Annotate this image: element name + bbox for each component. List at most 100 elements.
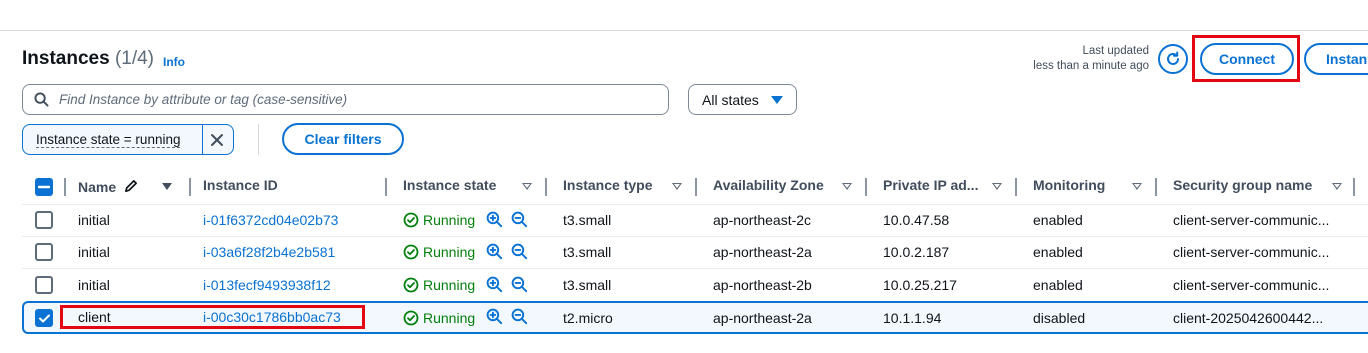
cell-az: ap-northeast-2a xyxy=(713,244,812,260)
column-header-name[interactable]: Name xyxy=(78,177,138,197)
state-text: Running xyxy=(423,244,476,260)
edit-icon[interactable] xyxy=(123,180,138,197)
cell-state: Running xyxy=(403,277,475,293)
sort-caret-icon[interactable] xyxy=(672,183,682,190)
column-separator xyxy=(695,178,697,196)
last-updated: Last updated less than a minute ago xyxy=(1033,44,1149,74)
zoom-out-icon[interactable] xyxy=(511,308,528,330)
sort-caret-icon[interactable] xyxy=(1332,183,1342,190)
column-separator xyxy=(1155,178,1157,196)
cell-private-ip: 10.0.25.217 xyxy=(883,277,957,293)
instance-state-button[interactable]: Instan xyxy=(1304,43,1368,75)
cell-state: Running xyxy=(403,244,475,260)
filter-divider xyxy=(258,124,259,155)
zoom-in-icon[interactable] xyxy=(486,308,503,330)
cell-monitoring: enabled xyxy=(1033,277,1083,293)
cell-az: ap-northeast-2a xyxy=(713,310,812,326)
caret-down-icon xyxy=(771,96,783,104)
column-header-security-group[interactable]: Security group name xyxy=(1173,177,1312,197)
cell-monitoring: enabled xyxy=(1033,212,1083,228)
cell-monitoring: disabled xyxy=(1033,310,1086,326)
cell-private-ip: 10.0.2.187 xyxy=(883,244,950,260)
sort-caret-icon[interactable] xyxy=(992,183,1002,190)
zoom-in-icon[interactable] xyxy=(486,211,503,233)
sort-caret-icon[interactable] xyxy=(842,183,852,190)
instance-count: (1/4) xyxy=(114,48,155,69)
cell-instance-id[interactable]: i-01f6372cd04e02b73 xyxy=(203,212,338,228)
column-separator xyxy=(1015,178,1017,196)
zoom-out-icon[interactable] xyxy=(511,243,528,265)
column-separator xyxy=(545,178,547,196)
status-check-icon xyxy=(403,277,419,293)
cell-state: Running xyxy=(403,310,475,326)
selected-row-highlight xyxy=(60,305,365,329)
column-separator xyxy=(385,178,387,196)
close-icon[interactable] xyxy=(206,130,228,150)
last-updated-label: Last updated xyxy=(1082,45,1149,57)
filter-token[interactable]: Instance state = running xyxy=(22,124,234,155)
row-divider xyxy=(22,236,1368,237)
search-placeholder: Find Instance by attribute or tag (case-… xyxy=(59,92,348,107)
state-select[interactable]: All states xyxy=(688,84,797,115)
status-check-icon xyxy=(403,310,419,326)
row-checkbox[interactable] xyxy=(35,211,53,229)
cell-security-group: client-server-communic... xyxy=(1173,244,1330,260)
state-select-value: All states xyxy=(702,91,759,108)
cell-security-group: client-2025042600442... xyxy=(1173,310,1324,326)
filter-token-label: Instance state = running xyxy=(36,131,181,148)
column-header-availability-zone[interactable]: Availability Zone xyxy=(713,177,824,197)
cell-type: t3.small xyxy=(563,212,612,228)
cell-state: Running xyxy=(403,212,475,228)
zoom-out-icon[interactable] xyxy=(511,276,528,298)
clear-filters-button[interactable]: Clear filters xyxy=(282,123,404,155)
cell-type: t3.small xyxy=(563,277,612,293)
state-zoom-controls xyxy=(486,276,528,298)
state-zoom-controls xyxy=(486,308,528,330)
row-divider xyxy=(22,204,1368,205)
column-header-private-ip[interactable]: Private IP ad... xyxy=(883,177,978,197)
state-zoom-controls xyxy=(486,243,528,265)
sort-caret-icon[interactable] xyxy=(162,183,172,190)
cell-type: t3.small xyxy=(563,244,612,260)
sort-caret-icon[interactable] xyxy=(522,183,532,190)
title-text: Instances xyxy=(22,48,110,69)
zoom-out-icon[interactable] xyxy=(511,211,528,233)
cell-az: ap-northeast-2b xyxy=(713,277,812,293)
row-checkbox[interactable] xyxy=(35,309,53,327)
row-checkbox[interactable] xyxy=(35,243,53,261)
cell-instance-id[interactable]: i-03a6f28f2b4e2b581 xyxy=(203,244,335,260)
column-header-instance-id[interactable]: Instance ID xyxy=(203,177,278,197)
cell-type: t2.micro xyxy=(563,310,613,326)
column-header-instance-state[interactable]: Instance state xyxy=(403,177,496,197)
column-header-monitoring[interactable]: Monitoring xyxy=(1033,177,1105,197)
column-separator xyxy=(865,178,867,196)
cell-az: ap-northeast-2c xyxy=(713,212,812,228)
top-divider xyxy=(0,30,1368,31)
select-all-checkbox[interactable] xyxy=(35,178,53,196)
zoom-in-icon[interactable] xyxy=(486,243,503,265)
search-icon xyxy=(34,92,49,107)
state-text: Running xyxy=(423,310,476,326)
last-updated-time: less than a minute ago xyxy=(1033,60,1149,72)
zoom-in-icon[interactable] xyxy=(486,276,503,298)
status-check-icon xyxy=(403,212,419,228)
page-title: Instances (1/4) xyxy=(22,48,154,70)
refresh-button[interactable] xyxy=(1158,44,1188,74)
column-separator xyxy=(189,178,191,196)
sort-caret-icon[interactable] xyxy=(1132,183,1142,190)
refresh-icon xyxy=(1165,51,1181,67)
column-separator xyxy=(1353,178,1355,196)
cell-name: initial xyxy=(78,277,110,293)
search-input[interactable]: Find Instance by attribute or tag (case-… xyxy=(22,84,669,115)
row-checkbox[interactable] xyxy=(35,276,53,294)
state-text: Running xyxy=(423,277,476,293)
info-link[interactable]: Info xyxy=(163,55,185,69)
state-text: Running xyxy=(423,212,476,228)
cell-private-ip: 10.0.47.58 xyxy=(883,212,950,228)
cell-instance-id[interactable]: i-013fecf9493938f12 xyxy=(203,277,331,293)
column-header-instance-type[interactable]: Instance type xyxy=(563,177,652,197)
connect-highlight xyxy=(1192,35,1300,82)
cell-monitoring: enabled xyxy=(1033,244,1083,260)
column-separator xyxy=(64,178,66,196)
cell-security-group: client-server-communic... xyxy=(1173,277,1330,293)
